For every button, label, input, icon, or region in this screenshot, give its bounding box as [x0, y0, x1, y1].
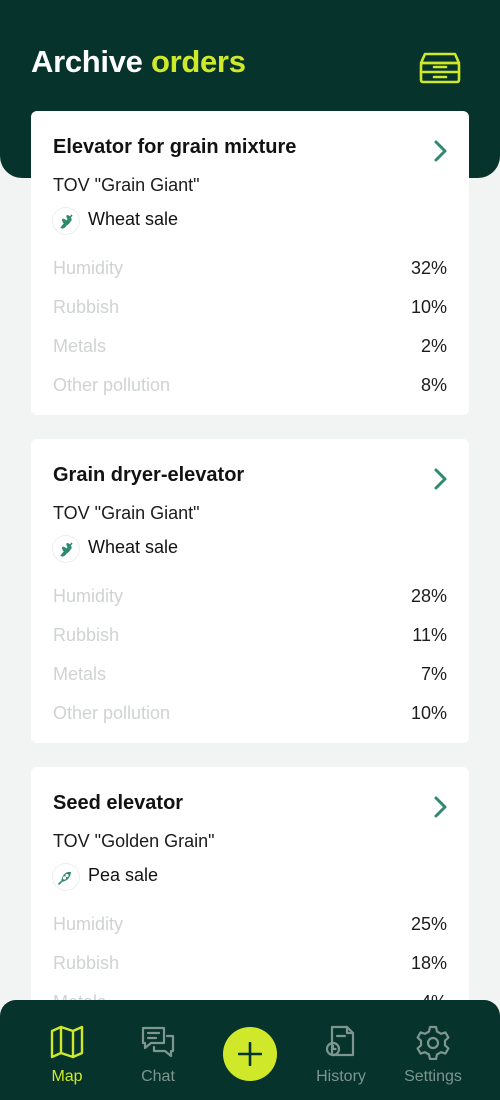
archive-box-icon[interactable] [416, 48, 464, 86]
order-company: TOV "Grain Giant" [53, 503, 200, 523]
order-card[interactable]: Seed elevator TOV "Golden Grain" Pea sal… [31, 767, 469, 1000]
metric-value: 8% [420, 375, 447, 395]
deal-type-label: Pea sale [88, 865, 159, 885]
metric-value: 10% [410, 703, 447, 723]
nav-label: History [316, 1068, 366, 1085]
metric-value: 7% [420, 664, 447, 684]
order-company: TOV "Grain Giant" [53, 175, 200, 195]
order-name: Grain dryer-elevator [53, 464, 245, 486]
metric-label: Metals [53, 992, 106, 1000]
nav-item-settings[interactable]: Settings [393, 1000, 473, 1100]
metric-label: Rubbish [53, 297, 120, 317]
nav-label: Chat [141, 1068, 175, 1085]
metric-label: Humidity [53, 914, 124, 934]
page-title-accent: orders [150, 44, 246, 79]
pea-icon [53, 864, 79, 890]
nav-label: Settings [404, 1068, 462, 1085]
metric-row: Rubbish 11% [53, 625, 447, 649]
metric-value: 18% [410, 953, 447, 973]
nav-label: Map [51, 1068, 83, 1085]
metric-row: Rubbish 10% [53, 297, 447, 321]
deal-type-label: Wheat sale [88, 537, 179, 557]
metric-row: Metals 7% [53, 664, 447, 688]
nav-item-history[interactable]: History [301, 1000, 381, 1100]
metric-row: Humidity 32% [53, 258, 447, 282]
metric-label: Humidity [53, 586, 124, 606]
wheat-icon [53, 208, 79, 234]
metric-row: Humidity 28% [53, 586, 447, 610]
order-card[interactable]: Grain dryer-elevator TOV "Grain Giant" W… [31, 439, 469, 743]
metric-row: Humidity 25% [53, 914, 447, 938]
metric-row: Other pollution 10% [53, 703, 447, 727]
metric-value: 2% [420, 336, 447, 356]
gear-icon [416, 1025, 450, 1060]
metric-value: 25% [410, 914, 447, 934]
order-company: TOV "Golden Grain" [53, 831, 215, 851]
history-icon [325, 1025, 355, 1057]
metric-label: Other pollution [53, 703, 171, 723]
metric-label: Rubbish [53, 953, 120, 973]
nav-item-map[interactable]: Map [27, 1000, 107, 1100]
page-title-main: Archive [31, 44, 143, 79]
metric-value: 32% [410, 258, 447, 278]
map-icon [50, 1025, 84, 1059]
metric-row: Metals 4% [53, 992, 447, 1000]
metric-value: 4% [421, 992, 447, 1000]
deal-type-label: Wheat sale [88, 209, 179, 229]
metric-value: 11% [412, 625, 447, 645]
page-title: Archive orders [31, 44, 246, 80]
chevron-right-icon [434, 468, 447, 490]
metric-row: Metals 2% [53, 336, 447, 360]
order-name: Seed elevator [53, 792, 184, 814]
orders-list: Elevator for grain mixture TOV "Grain Gi… [31, 111, 469, 1000]
add-order-button[interactable] [223, 1027, 277, 1081]
chat-icon [141, 1026, 175, 1058]
metric-label: Rubbish [53, 625, 120, 645]
wheat-icon [53, 536, 79, 562]
order-name: Elevator for grain mixture [53, 136, 297, 158]
metric-label: Other pollution [53, 375, 171, 395]
chevron-right-icon [434, 796, 447, 818]
chevron-right-icon [434, 140, 447, 162]
metric-label: Metals [53, 664, 107, 684]
metric-label: Humidity [53, 258, 124, 278]
metric-label: Metals [53, 336, 107, 356]
metric-row: Other pollution 8% [53, 375, 447, 399]
order-card[interactable]: Elevator for grain mixture TOV "Grain Gi… [31, 111, 469, 415]
orders-scroll-area[interactable]: Archive orders Elevator for grain mixtur… [0, 0, 500, 1000]
metric-row: Rubbish 18% [53, 953, 447, 977]
metric-value: 10% [410, 297, 447, 317]
metric-value: 28% [410, 586, 447, 606]
plus-icon [238, 1042, 262, 1066]
nav-item-chat[interactable]: Chat [118, 1000, 198, 1100]
